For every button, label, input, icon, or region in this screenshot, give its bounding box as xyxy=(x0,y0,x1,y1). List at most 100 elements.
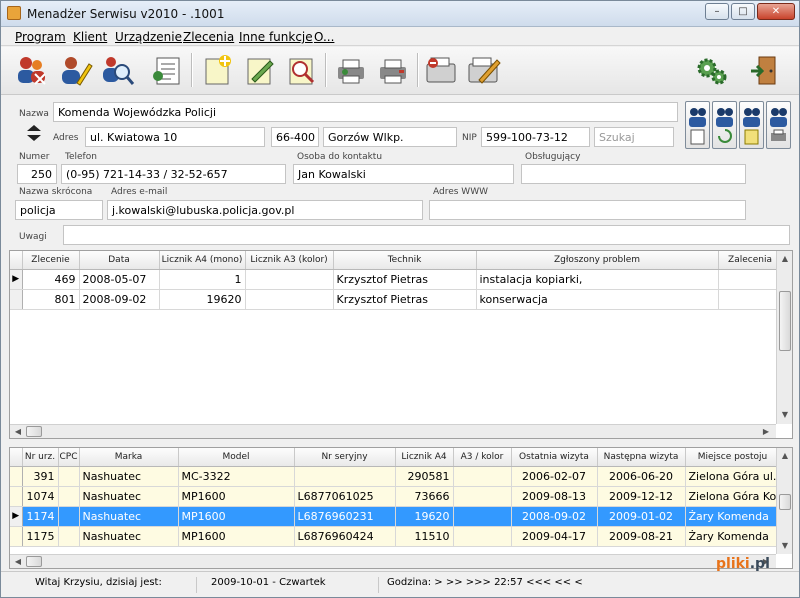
column-header[interactable]: Model xyxy=(178,448,295,467)
order-number-cell[interactable]: 801 xyxy=(22,289,80,310)
edit-order-icon[interactable] xyxy=(241,52,277,88)
sort-arrows-icon[interactable] xyxy=(25,125,43,141)
column-header[interactable]: Ostatnia wizyta xyxy=(511,448,598,467)
nip-field[interactable]: 599-100-73-12 xyxy=(481,127,590,147)
edit-device-icon[interactable] xyxy=(465,52,501,88)
column-header[interactable]: A3 / kolor xyxy=(453,448,512,467)
email-field[interactable]: j.kowalski@lubuska.policja.gov.pl xyxy=(107,200,423,220)
scroll-left-icon[interactable]: ◀ xyxy=(12,426,24,438)
scroll-down-icon[interactable]: ▼ xyxy=(779,540,791,552)
counter-a4-cell[interactable]: 73666 xyxy=(395,486,454,507)
last-visit-cell[interactable]: 2009-08-13 xyxy=(511,486,598,507)
brand-cell[interactable]: Nashuatec xyxy=(79,486,179,507)
problem-cell[interactable]: instalacja kopiarki, xyxy=(476,269,719,290)
scroll-thumb[interactable] xyxy=(26,426,42,437)
scroll-thumb[interactable] xyxy=(779,494,791,510)
next-visit-cell[interactable]: 2009-08-21 xyxy=(597,526,686,547)
www-field[interactable] xyxy=(429,200,746,220)
column-header[interactable]: Miejsce postoju xyxy=(685,448,781,467)
recommendations-cell[interactable] xyxy=(718,289,783,310)
client-print-button[interactable] xyxy=(766,101,791,149)
order-date-cell[interactable]: 2008-05-07 xyxy=(79,269,160,290)
column-header[interactable]: Licznik A4 (mono) xyxy=(159,251,246,270)
scroll-right-icon[interactable]: ▶ xyxy=(760,426,772,438)
column-header[interactable]: Marka xyxy=(79,448,179,467)
column-header[interactable]: Licznik A4 xyxy=(395,448,454,467)
table-row[interactable]: 391 Nashuatec MC-3322 290581 2006-02-07 … xyxy=(10,466,781,487)
column-header[interactable]: Nr seryjny xyxy=(294,448,396,467)
serial-cell[interactable]: L6876960231 xyxy=(294,506,396,527)
counter-a3-cell[interactable] xyxy=(245,289,334,310)
last-visit-cell[interactable]: 2009-04-17 xyxy=(511,526,598,547)
printer-icon[interactable] xyxy=(333,52,369,88)
contact-field[interactable]: Jan Kowalski xyxy=(293,164,514,184)
cpc-cell[interactable] xyxy=(58,506,80,527)
menu-inne-funkcje[interactable]: Inne funkcje xyxy=(239,30,313,44)
scroll-left-icon[interactable]: ◀ xyxy=(12,556,24,568)
short-name-field[interactable]: policja xyxy=(15,200,103,220)
column-header[interactable]: Zalecenia xyxy=(718,251,783,270)
settings-icon[interactable] xyxy=(693,52,729,88)
orders-horizontal-scrollbar[interactable]: ◀ ▶ xyxy=(10,424,776,438)
menu-o[interactable]: O... xyxy=(314,30,334,44)
number-field[interactable]: 250 xyxy=(17,164,57,184)
device-number-cell[interactable]: 1175 xyxy=(22,526,59,547)
client-name-field[interactable]: Komenda Wojewódzka Policji xyxy=(53,102,678,122)
client-list-icon[interactable] xyxy=(149,52,185,88)
brand-cell[interactable]: Nashuatec xyxy=(79,466,179,487)
column-header[interactable]: Następna wizyta xyxy=(597,448,686,467)
street-field[interactable]: ul. Kwiatowa 10 xyxy=(85,127,265,147)
counter-a4-cell[interactable]: 11510 xyxy=(395,526,454,547)
client-refresh-button[interactable] xyxy=(712,101,737,149)
device-number-cell[interactable]: 1174 xyxy=(22,506,59,527)
column-header[interactable]: CPC xyxy=(58,448,80,467)
scroll-up-icon[interactable]: ▲ xyxy=(779,450,791,462)
model-cell[interactable]: MP1600 xyxy=(178,526,295,547)
menu-urzadzenie[interactable]: Urządzenie xyxy=(115,30,182,44)
column-header[interactable]: Licznik A3 (kolor) xyxy=(245,251,334,270)
city-field[interactable]: Gorzów Wlkp. xyxy=(323,127,457,147)
model-cell[interactable]: MP1600 xyxy=(178,486,295,507)
menu-zlecenia[interactable]: Zlecenia xyxy=(183,30,234,44)
column-header[interactable]: Zgłoszony problem xyxy=(476,251,719,270)
user-edit-icon[interactable] xyxy=(57,52,93,88)
table-row[interactable]: 801 2008-09-02 19620 Krzysztof Pietras k… xyxy=(10,289,783,310)
new-order-icon[interactable] xyxy=(199,52,235,88)
client-note-button[interactable] xyxy=(739,101,764,149)
counter-a4-cell[interactable]: 290581 xyxy=(395,466,454,487)
handler-field[interactable] xyxy=(521,164,746,184)
cpc-cell[interactable] xyxy=(58,466,80,487)
table-row[interactable]: 1175 Nashuatec MP1600 L6876960424 11510 … xyxy=(10,526,781,547)
exit-icon[interactable] xyxy=(747,52,783,88)
cpc-cell[interactable] xyxy=(58,526,80,547)
table-row-selected[interactable]: ▶ 1174 Nashuatec MP1600 L6876960231 1962… xyxy=(10,506,781,527)
order-date-cell[interactable]: 2008-09-02 xyxy=(79,289,160,310)
recommendations-cell[interactable] xyxy=(718,269,783,290)
menu-program[interactable]: Program xyxy=(15,30,66,44)
counter-a4-cell[interactable]: 19620 xyxy=(159,289,246,310)
search-input[interactable]: Szukaj xyxy=(594,127,674,147)
search-order-icon[interactable] xyxy=(283,52,319,88)
column-header[interactable]: Data xyxy=(79,251,160,270)
column-header[interactable]: Zlecenie xyxy=(22,251,80,270)
cpc-cell[interactable] xyxy=(58,486,80,507)
table-row[interactable]: ▶ 469 2008-05-07 1 Krzysztof Pietras ins… xyxy=(10,269,783,290)
serial-cell[interactable]: L6877061025 xyxy=(294,486,396,507)
counter-a4-cell[interactable]: 19620 xyxy=(395,506,454,527)
brand-cell[interactable]: Nashuatec xyxy=(79,526,179,547)
zip-field[interactable]: 66-400 xyxy=(271,127,319,147)
scroll-up-icon[interactable]: ▲ xyxy=(779,253,791,265)
counter-a3-cell[interactable] xyxy=(453,486,512,507)
device-number-cell[interactable]: 391 xyxy=(22,466,59,487)
table-row[interactable]: 1074 Nashuatec MP1600 L6877061025 73666 … xyxy=(10,486,781,507)
model-cell[interactable]: MC-3322 xyxy=(178,466,295,487)
location-cell[interactable]: Żary Komenda xyxy=(685,526,781,547)
counter-a3-cell[interactable] xyxy=(453,526,512,547)
devices-horizontal-scrollbar[interactable]: ◀ ▶ xyxy=(10,554,776,568)
menu-klient[interactable]: Klient xyxy=(73,30,107,44)
last-visit-cell[interactable]: 2008-09-02 xyxy=(511,506,598,527)
orders-vertical-scrollbar[interactable]: ▲ ▼ xyxy=(776,251,792,424)
location-cell[interactable]: Żary Komenda xyxy=(685,506,781,527)
counter-a4-cell[interactable]: 1 xyxy=(159,269,246,290)
technician-cell[interactable]: Krzysztof Pietras xyxy=(333,289,477,310)
